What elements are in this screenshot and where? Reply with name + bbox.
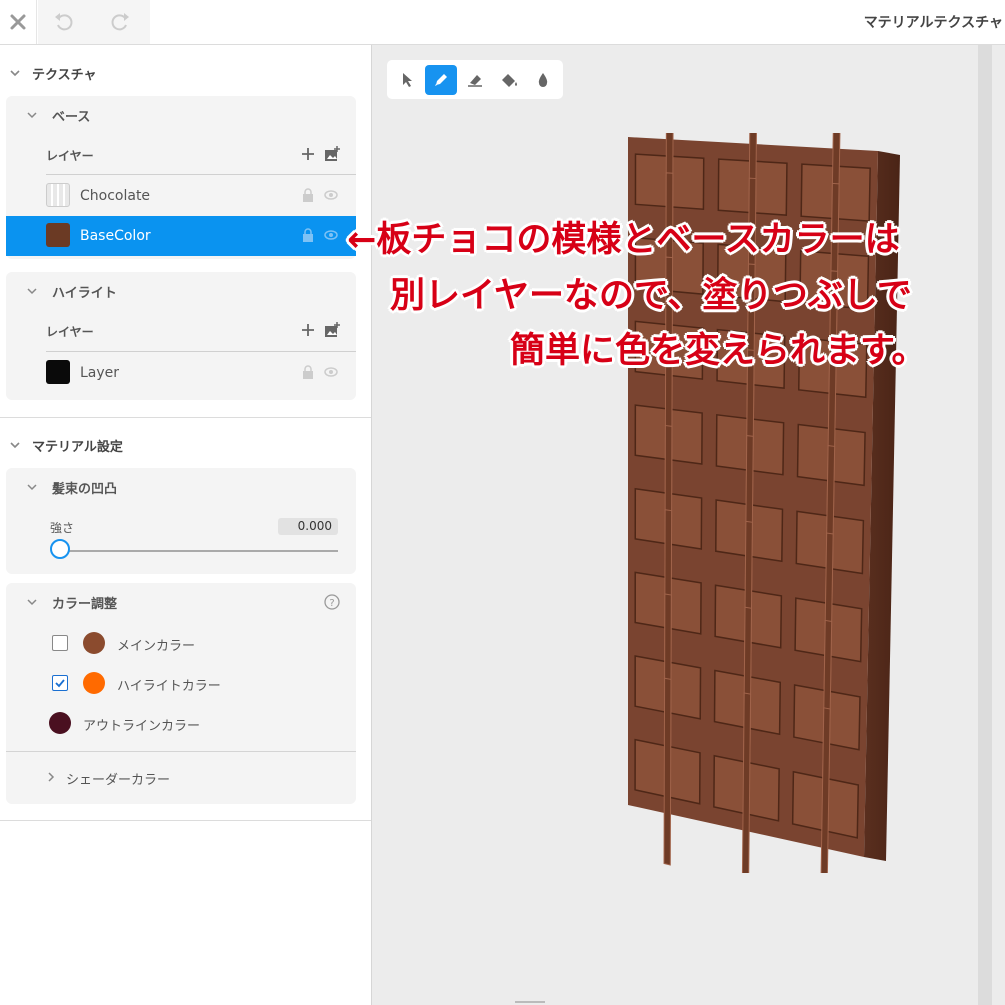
add-image-icon[interactable] xyxy=(324,322,340,338)
top-bar: マテリアルテクスチャ xyxy=(0,0,1005,45)
strength-label: 強さ xyxy=(50,521,75,535)
section-divider xyxy=(0,417,371,418)
redo-icon[interactable] xyxy=(108,10,132,34)
chevron-down-icon xyxy=(10,70,20,77)
strength-slider-handle[interactable] xyxy=(50,539,70,559)
strength-slider-track[interactable] xyxy=(60,550,338,552)
svg-text:?: ? xyxy=(329,598,334,609)
layer-name: BaseColor xyxy=(80,228,151,244)
bump-card-header[interactable]: 髪束の凹凸 xyxy=(6,468,117,506)
add-image-icon[interactable] xyxy=(324,146,340,162)
chevron-down-icon xyxy=(27,288,37,295)
material-section-header[interactable]: マテリアル設定 xyxy=(0,431,123,459)
main-color-swatch[interactable] xyxy=(83,632,105,654)
chevron-down-icon xyxy=(10,442,20,449)
layer-row-chocolate[interactable]: Chocolate xyxy=(6,176,356,216)
chevron-right-icon xyxy=(48,772,55,782)
checkmark-icon xyxy=(55,679,65,688)
texture-section-header[interactable]: テクスチャ xyxy=(0,59,96,87)
dropper-tool-button[interactable] xyxy=(527,65,559,95)
eraser-icon xyxy=(468,75,482,87)
highlight-color-checkbox[interactable] xyxy=(52,675,68,691)
close-icon xyxy=(10,14,26,30)
layer-name: Chocolate xyxy=(80,188,151,204)
3d-viewport[interactable] xyxy=(372,45,1005,1005)
droplet-icon xyxy=(538,73,548,87)
chocolate-piece-inset xyxy=(663,677,672,866)
base-card-label: ベース xyxy=(52,109,91,125)
highlight-card-header[interactable]: ハイライト xyxy=(6,272,117,310)
texture-section-label: テクスチャ xyxy=(32,67,97,83)
divider xyxy=(46,174,356,175)
undo-icon[interactable] xyxy=(52,10,76,34)
layer-row-layer[interactable]: Layer xyxy=(6,353,356,393)
lock-icon[interactable] xyxy=(302,365,314,379)
page-title: マテリアルテクスチャ xyxy=(863,15,1003,31)
color-adjust-label: カラー調整 xyxy=(52,596,118,612)
tool-palette xyxy=(387,60,563,99)
chevron-down-icon xyxy=(27,112,37,119)
horizontal-scrollbar[interactable] xyxy=(515,1001,545,1003)
annotation-line-2: 別レイヤーなので、塗りつぶしで xyxy=(390,276,912,316)
divider xyxy=(6,751,356,752)
cursor-icon xyxy=(403,73,412,87)
layer-thumbnail xyxy=(46,360,70,384)
base-card-header[interactable]: ベース xyxy=(6,96,90,134)
base-card: ベース レイヤー Chocolate BaseColor xyxy=(6,96,356,259)
eye-icon[interactable] xyxy=(324,229,338,241)
lock-icon[interactable] xyxy=(302,188,314,202)
outline-color-label: アウトラインカラー xyxy=(83,719,201,734)
chocolate-piece-inset xyxy=(741,692,752,873)
divider xyxy=(46,351,356,352)
vertical-scrollbar[interactable] xyxy=(978,45,992,1005)
material-section-label: マテリアル設定 xyxy=(32,439,123,455)
lock-icon[interactable] xyxy=(302,228,314,242)
chevron-down-icon xyxy=(27,484,37,491)
strength-value-input[interactable]: 0.000 xyxy=(278,518,338,535)
layer-heading: レイヤー xyxy=(46,325,94,339)
properties-panel: テクスチャ ベース レイヤー Chocolate BaseColor ハイライト… xyxy=(0,45,372,1005)
add-layer-icon[interactable] xyxy=(300,146,316,162)
shader-color-row[interactable]: シェーダーカラー xyxy=(6,753,356,803)
highlight-color-swatch[interactable] xyxy=(83,672,105,694)
layer-thumbnail xyxy=(46,183,70,207)
highlight-color-label: ハイライトカラー xyxy=(117,679,221,694)
select-tool-button[interactable] xyxy=(391,65,423,95)
eye-icon[interactable] xyxy=(324,366,338,378)
help-icon[interactable]: ? xyxy=(324,594,340,610)
main-color-label: メインカラー xyxy=(117,639,196,654)
close-button[interactable] xyxy=(0,0,37,44)
main-color-checkbox[interactable] xyxy=(52,635,68,651)
pen-tool-button[interactable] xyxy=(425,65,457,95)
annotation-line-3: 簡単に色を変えられます。 xyxy=(510,331,927,371)
highlight-card: ハイライト レイヤー Layer xyxy=(6,272,356,400)
shader-color-label: シェーダーカラー xyxy=(66,773,171,788)
outline-color-swatch[interactable] xyxy=(49,712,71,734)
add-layer-icon[interactable] xyxy=(300,322,316,338)
eye-icon[interactable] xyxy=(324,189,338,201)
bump-card-label: 髪束の凹凸 xyxy=(52,481,118,497)
fill-tool-button[interactable] xyxy=(493,65,525,95)
layer-heading: レイヤー xyxy=(46,149,94,163)
annotation-line-1: ←板チョコの模様とベースカラーは xyxy=(347,220,900,260)
highlight-card-label: ハイライト xyxy=(52,285,117,301)
layer-row-basecolor[interactable]: BaseColor xyxy=(6,216,356,256)
layer-thumbnail xyxy=(46,223,70,247)
pen-icon xyxy=(435,74,447,86)
paint-bucket-icon xyxy=(502,74,517,87)
eraser-tool-button[interactable] xyxy=(459,65,491,95)
chevron-down-icon xyxy=(27,599,37,606)
layer-name: Layer xyxy=(80,365,120,381)
history-controls xyxy=(38,0,150,44)
section-divider xyxy=(0,820,371,821)
color-adjust-header[interactable]: カラー調整 xyxy=(6,583,117,621)
